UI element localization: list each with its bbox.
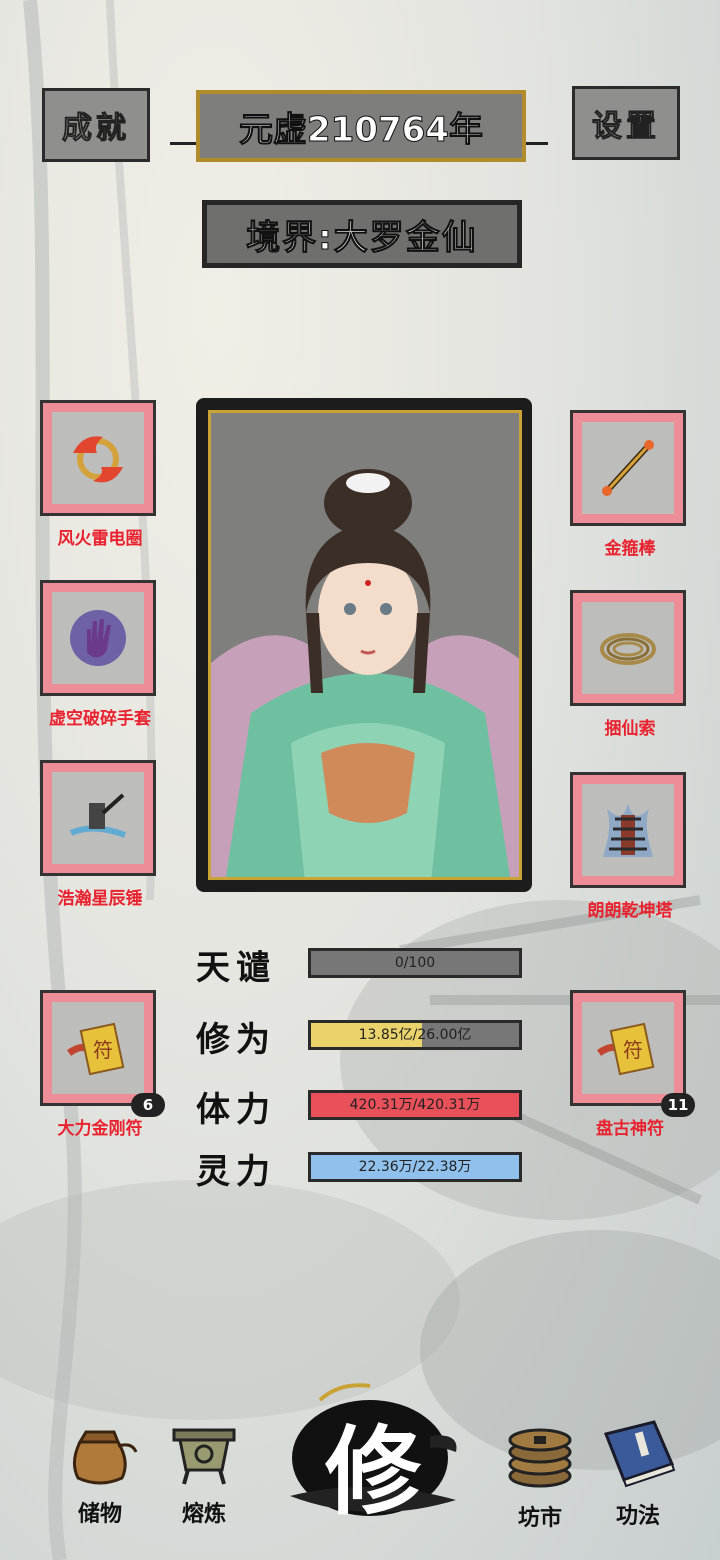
nav-cultivate-button[interactable]: 修: [280, 1376, 466, 1528]
nav-refine[interactable]: 熔炼: [156, 1416, 252, 1528]
fire-ring-icon: [73, 436, 123, 483]
realm-label: 境界:大罗金仙: [246, 217, 478, 258]
settings-button[interactable]: 设置: [572, 86, 680, 160]
nav-techniques-label: 功法: [615, 1504, 660, 1529]
stat-name: 体力: [196, 1090, 276, 1130]
stat-row: 天谴 0/100: [196, 940, 536, 988]
item-slot-left-2[interactable]: 虚空破碎手套: [40, 580, 160, 729]
settings-label: 设置: [592, 109, 660, 145]
nav-cultivate-label: 修: [325, 1415, 421, 1528]
stat-row: 体力 420.31万/420.31万: [196, 1082, 536, 1130]
stat-name: 修为: [196, 1020, 276, 1060]
stat-value: 0/100: [394, 955, 436, 971]
stat-value: 22.36万/22.38万: [358, 1159, 472, 1175]
star-hammer-icon: [69, 793, 127, 838]
stat-bar: 0/100: [308, 948, 522, 978]
stat-value: 420.31万/420.31万: [349, 1097, 481, 1113]
talisman-icon: 符: [596, 1022, 655, 1076]
stat-bar: 22.36万/22.38万: [308, 1152, 522, 1182]
book-icon: [603, 1420, 676, 1488]
item-slot-right-3[interactable]: 朗朗乾坤塔: [570, 772, 690, 921]
year-label: 元虚210764年: [239, 109, 484, 150]
pouch-icon: [73, 1430, 138, 1485]
cauldron-icon: [172, 1428, 236, 1485]
achievements-label: 成就: [62, 111, 130, 147]
item-slot-right-2[interactable]: 捆仙索: [570, 590, 690, 739]
stat-bar: 420.31万/420.31万: [308, 1090, 522, 1120]
nav-storage[interactable]: 储物: [52, 1412, 148, 1528]
realm-banner: 境界:大罗金仙: [202, 200, 522, 268]
stat-row: 修为 13.85亿/26.00亿: [196, 1012, 536, 1060]
item-count-badge: 11: [661, 1093, 695, 1117]
nav-market[interactable]: 坊市: [492, 1412, 588, 1532]
stat-row: 灵力 22.36万/22.38万: [196, 1144, 536, 1192]
item-label: 金箍棒: [604, 539, 656, 559]
item-slot-left-3[interactable]: 浩瀚星辰锤: [40, 760, 160, 909]
nav-market-label: 坊市: [517, 1506, 562, 1531]
stat-value: 13.85亿/26.00亿: [358, 1027, 472, 1043]
item-slot-left-4[interactable]: 符 6 大力金刚符: [40, 990, 165, 1139]
item-count-badge: 6: [131, 1093, 165, 1117]
stat-name: 灵力: [196, 1152, 276, 1192]
item-slot-left-1[interactable]: 风火雷电圈: [40, 400, 160, 549]
svg-text:符: 符: [623, 1038, 643, 1062]
nav-storage-label: 储物: [77, 1502, 122, 1527]
pagoda-icon: [603, 803, 653, 857]
golden-staff-icon: [602, 440, 654, 496]
item-label: 捆仙索: [604, 719, 656, 739]
void-glove-icon: [70, 610, 126, 666]
nav-refine-label: 熔炼: [181, 1502, 226, 1527]
item-label: 虚空破碎手套: [49, 709, 151, 729]
item-label: 大力金刚符: [57, 1119, 143, 1139]
item-label: 浩瀚星辰锤: [57, 889, 143, 909]
item-slot-right-4[interactable]: 符 11 盘古神符: [570, 990, 695, 1139]
rope-icon: [600, 633, 656, 665]
year-banner: 元虚210764年: [196, 90, 526, 162]
item-slot-right-1[interactable]: 金箍棒: [570, 410, 690, 559]
item-label: 风火雷电圈: [57, 529, 143, 549]
character-portrait: [208, 410, 522, 880]
nav-techniques[interactable]: 功法: [590, 1414, 686, 1530]
coins-icon: [508, 1428, 572, 1488]
talisman-icon: 符: [66, 1022, 125, 1076]
svg-text:符: 符: [93, 1038, 113, 1062]
achievements-button[interactable]: 成就: [42, 88, 150, 162]
item-label: 朗朗乾坤塔: [587, 901, 673, 921]
stat-bar: 13.85亿/26.00亿: [308, 1020, 522, 1050]
stat-name: 天谴: [196, 948, 276, 988]
item-label: 盘古神符: [596, 1119, 664, 1139]
